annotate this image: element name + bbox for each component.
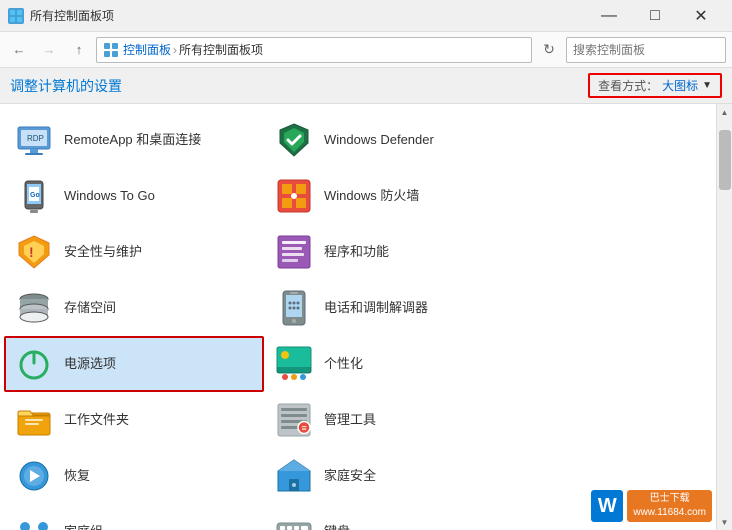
scroll-down-button[interactable]: ▼ <box>717 514 732 530</box>
workfolder-icon <box>14 400 54 440</box>
grid-row: ! 安全性与维护 程序和功能 <box>4 224 712 280</box>
remoteapp-icon: RDP <box>14 120 54 160</box>
grid-item-phone[interactable]: 电话和调制解调器 <box>264 280 524 336</box>
security-icon: ! <box>14 232 54 272</box>
scroll-thumb[interactable] <box>719 130 731 190</box>
watermark-logo: 巴士下载 www.11684.com <box>627 490 712 522</box>
address-bar: ← → ↑ 控制面板 › 所有控制面板项 ↻ 🔍 <box>0 32 732 68</box>
close-button[interactable]: ✕ <box>678 0 724 32</box>
grid-item-keyboard[interactable]: 键盘 <box>264 504 524 530</box>
keyboard-icon <box>274 512 314 530</box>
grid-item-windefender[interactable]: Windows Defender <box>264 112 524 168</box>
grid-item-security[interactable]: ! 安全性与维护 <box>4 224 264 280</box>
view-label: 查看方式： <box>598 77 658 94</box>
grid-item-winfirewall[interactable]: Windows 防火墙 <box>264 168 524 224</box>
item-label-keyboard: 键盘 <box>324 524 350 530</box>
item-label-power: 电源选项 <box>64 356 116 373</box>
up-button[interactable]: ↑ <box>66 37 92 63</box>
watermark: W 巴士下载 www.11684.com <box>591 490 712 522</box>
item-label-security: 安全性与维护 <box>64 244 142 261</box>
toolbar: 调整计算机的设置 查看方式： 大图标 ▼ <box>0 68 732 104</box>
phone-icon <box>274 288 314 328</box>
grid-item-homegroup[interactable]: 家庭组 <box>4 504 264 530</box>
item-label-wtg: Windows To Go <box>64 188 155 205</box>
grid-item-recovery[interactable]: 恢复 <box>4 448 264 504</box>
item-label-homesafety: 家庭安全 <box>324 468 376 485</box>
breadcrumb-control-panel[interactable]: 控制面板 <box>123 41 171 58</box>
scroll-track[interactable] <box>717 120 732 514</box>
grid-row: 存储空间 电话和调制解调器 <box>4 280 712 336</box>
scrollbar[interactable]: ▲ ▼ <box>716 104 732 530</box>
homesafety-icon <box>274 456 314 496</box>
item-label-manage: 管理工具 <box>324 412 376 429</box>
grid-row: 工作文件夹 ≡ 管理工具 <box>4 392 712 448</box>
window-icon <box>8 8 24 24</box>
grid-item-workfolder[interactable]: 工作文件夹 <box>4 392 264 448</box>
search-input[interactable] <box>567 43 732 57</box>
watermark-w-icon: W <box>591 490 623 522</box>
window-title: 所有控制面板项 <box>30 7 586 24</box>
item-label-personalize: 个性化 <box>324 356 363 373</box>
search-box[interactable]: 🔍 <box>566 37 726 63</box>
scroll-up-button[interactable]: ▲ <box>717 104 732 120</box>
item-label-remoteapp: RemoteApp 和桌面连接 <box>64 132 201 149</box>
minimize-button[interactable]: — <box>586 0 632 32</box>
grid-item-programs[interactable]: 程序和功能 <box>264 224 524 280</box>
defender-icon <box>274 120 314 160</box>
item-label-windefender: Windows Defender <box>324 132 434 149</box>
svg-text:≡: ≡ <box>302 423 307 433</box>
grid-row: 电源选项 个性化 <box>4 336 712 392</box>
grid-item-wtg[interactable]: Go Windows To Go <box>4 168 264 224</box>
item-grid: RDP RemoteApp 和桌面连接 Windows Defender Go … <box>0 104 716 530</box>
grid-row: RDP RemoteApp 和桌面连接 Windows Defender <box>4 112 712 168</box>
view-option[interactable]: 大图标 <box>662 77 698 94</box>
grid-row: Go Windows To Go Windows 防火墙 <box>4 168 712 224</box>
grid-item-manage[interactable]: ≡ 管理工具 <box>264 392 524 448</box>
homegroup-icon <box>14 512 54 530</box>
manage-icon: ≡ <box>274 400 314 440</box>
firewall-icon <box>274 176 314 216</box>
item-label-winfirewall: Windows 防火墙 <box>324 188 419 205</box>
view-selector[interactable]: 查看方式： 大图标 ▼ <box>588 73 722 98</box>
maximize-button[interactable]: □ <box>632 0 678 32</box>
wtg-icon: Go <box>14 176 54 216</box>
item-label-workfolder: 工作文件夹 <box>64 412 129 429</box>
address-box[interactable]: 控制面板 › 所有控制面板项 <box>96 37 532 63</box>
view-dropdown-arrow[interactable]: ▼ <box>702 80 712 91</box>
svg-text:RDP: RDP <box>27 134 44 143</box>
item-label-programs: 程序和功能 <box>324 244 389 261</box>
title-bar: 所有控制面板项 — □ ✕ <box>0 0 732 32</box>
item-label-phone: 电话和调制解调器 <box>324 300 428 317</box>
personalize-icon <box>274 344 314 384</box>
power-icon <box>14 344 54 384</box>
grid-item-power[interactable]: 电源选项 <box>4 336 264 392</box>
forward-button[interactable]: → <box>36 37 62 63</box>
refresh-button[interactable]: ↻ <box>536 37 562 63</box>
grid-item-homesafety[interactable]: 家庭安全 <box>264 448 524 504</box>
window-controls: — □ ✕ <box>586 0 724 32</box>
item-label-recovery: 恢复 <box>64 468 90 485</box>
main-content: RDP RemoteApp 和桌面连接 Windows Defender Go … <box>0 104 732 530</box>
svg-text:!: ! <box>29 244 34 260</box>
breadcrumb-current: 所有控制面板项 <box>179 41 263 58</box>
grid-item-storage[interactable]: 存储空间 <box>4 280 264 336</box>
programs-icon <box>274 232 314 272</box>
storage-icon <box>14 288 54 328</box>
grid-item-remoteapp[interactable]: RDP RemoteApp 和桌面连接 <box>4 112 264 168</box>
item-label-storage: 存储空间 <box>64 300 116 317</box>
svg-text:Go: Go <box>30 192 40 199</box>
page-title: 调整计算机的设置 <box>10 76 122 96</box>
recovery-icon <box>14 456 54 496</box>
back-button[interactable]: ← <box>6 37 32 63</box>
item-label-homegroup: 家庭组 <box>64 524 103 530</box>
grid-item-personalize[interactable]: 个性化 <box>264 336 524 392</box>
